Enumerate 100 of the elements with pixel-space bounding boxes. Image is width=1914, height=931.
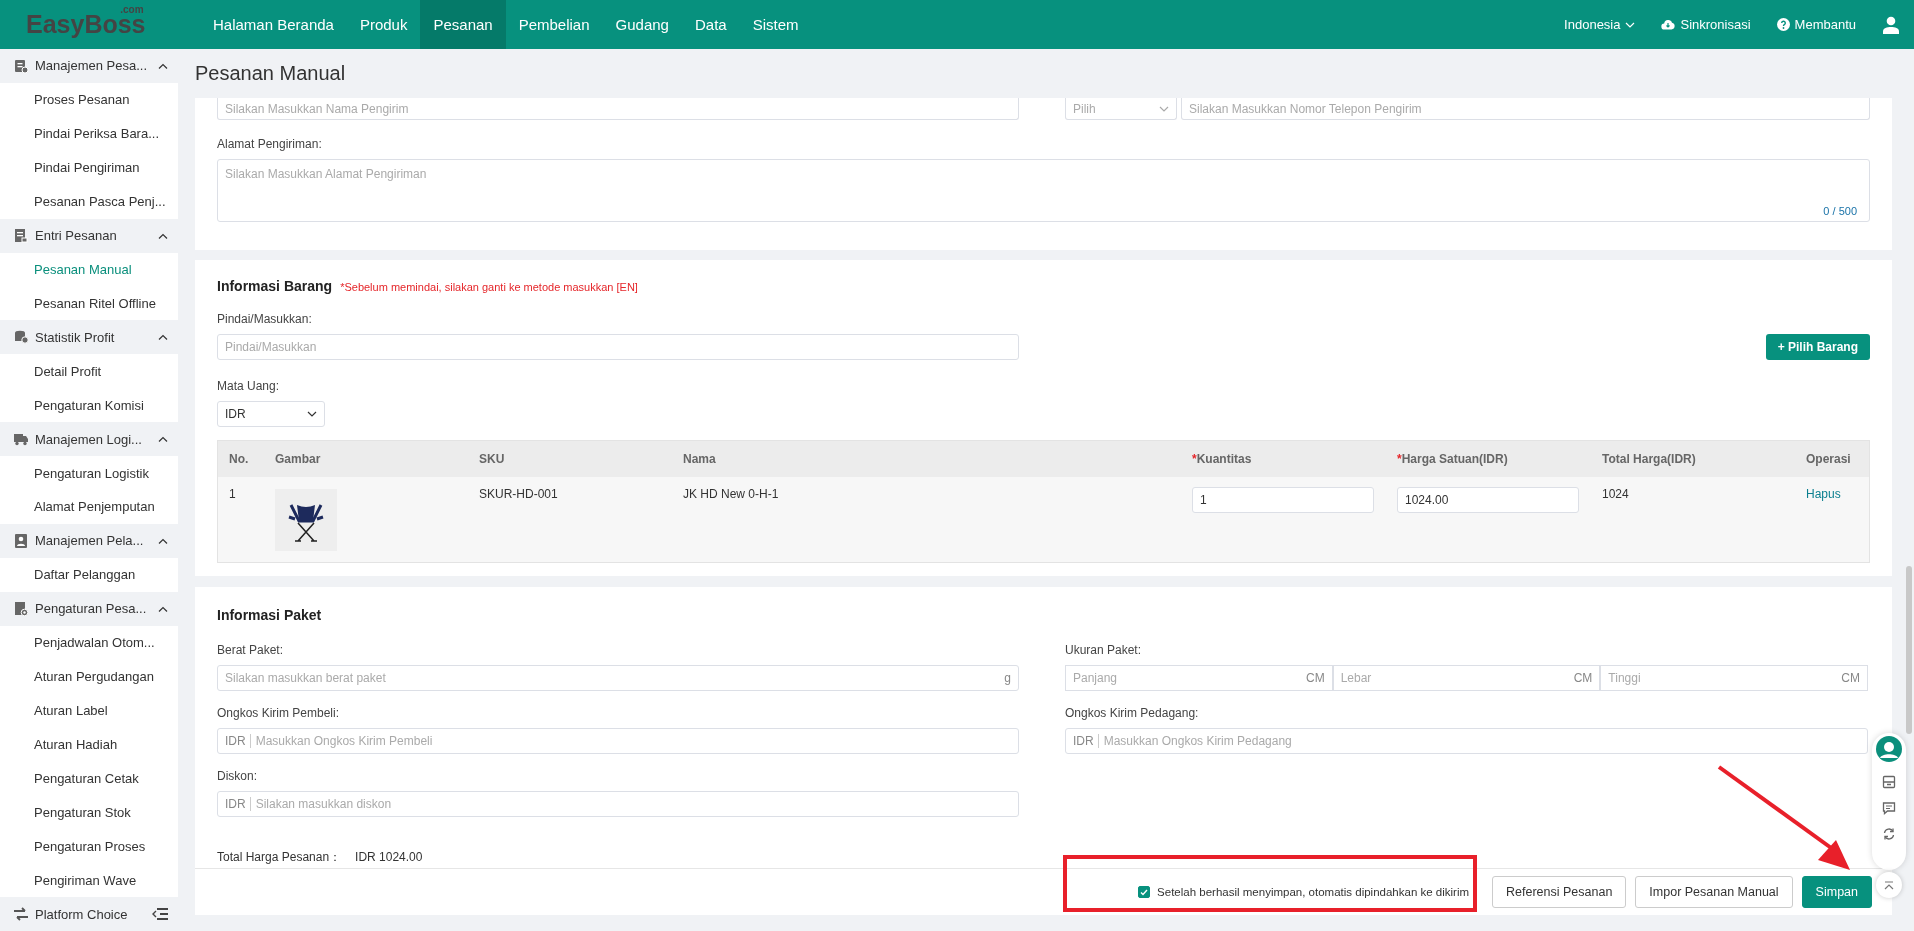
cloud-icon <box>1661 19 1676 30</box>
nav-tab[interactable]: Produk <box>346 0 421 49</box>
action-button[interactable]: Impor Pesanan Manual <box>1635 876 1793 908</box>
amount-field[interactable]: IDR Silakan masukkan diskon <box>217 791 1019 817</box>
nav-tab[interactable]: Halaman Beranda <box>200 0 347 49</box>
sidebar-item[interactable]: Pesanan Manual <box>0 252 178 287</box>
page-title: Pesanan Manual <box>195 61 347 86</box>
amount-field[interactable]: IDR Masukkan Ongkos Kirim Pedagang <box>1065 728 1868 754</box>
field-label: Ukuran Paket: <box>1065 643 1143 657</box>
person-icon <box>13 532 29 549</box>
unit-price-field[interactable]: 1024.00 <box>1397 487 1579 513</box>
save-button[interactable]: Simpan <box>1801 876 1872 908</box>
table-cell-text: 1 <box>229 487 237 503</box>
chat-icon[interactable] <box>1882 801 1896 815</box>
dimension-field[interactable]: Lebar CM <box>1332 665 1601 691</box>
column-header: SKU <box>479 452 506 466</box>
sidebar-item[interactable]: Pengaturan Logistik <box>0 456 178 490</box>
dimension-field[interactable]: Panjang CM <box>1065 665 1333 691</box>
amount-field[interactable]: IDR Masukkan Ongkos Kirim Pembeli <box>217 728 1019 754</box>
sidebar-group-header[interactable]: Manajemen Logi... <box>0 422 178 457</box>
hint-text: *Sebelum memindai, silakan ganti ke metode masukkan [EN] <box>340 281 638 293</box>
help-link[interactable]: Membantu <box>1776 17 1856 32</box>
scrollbar[interactable] <box>1906 566 1912 734</box>
sidebar-group-header[interactable]: Pengaturan Pesa... <box>0 591 178 626</box>
avatar-icon[interactable] <box>1875 735 1903 763</box>
field-label: Pindai/Masukkan: <box>217 312 313 326</box>
chevron-up-icon <box>1884 880 1894 890</box>
field-label: Berat Paket: <box>217 643 285 657</box>
chevron-up-icon <box>158 605 168 612</box>
swap-icon <box>13 907 29 921</box>
sidebar-item[interactable]: Penjadwalan Otom... <box>0 625 178 660</box>
column-header: Total Harga(IDR) <box>1602 452 1697 466</box>
table-cell-text: JK HD New 0-H-1 <box>683 487 780 503</box>
weight-field[interactable]: Silakan masukkan berat paket g <box>217 665 1019 691</box>
sidebar-item[interactable]: Detail Profit <box>0 354 178 389</box>
sync-link[interactable]: Sinkronisasi <box>1661 17 1751 32</box>
platform-choice-item[interactable]: Platform Choice <box>0 897 178 931</box>
chevron-up-icon <box>158 334 168 341</box>
sidebar-item[interactable]: Alamat Penjemputan <box>0 490 178 524</box>
sidebar-item[interactable]: Proses Pesanan <box>0 82 178 117</box>
field-label: Mata Uang: <box>217 379 281 393</box>
action-button[interactable]: Referensi Pesanan <box>1492 876 1627 908</box>
sidebar-item[interactable]: Pindai Periksa Bara... <box>0 116 178 151</box>
sidebar-item[interactable]: Aturan Pergudangan <box>0 659 178 694</box>
sidebar-item[interactable]: Aturan Label <box>0 693 178 728</box>
sidebar-group-header[interactable]: Statistik Profit <box>0 320 178 355</box>
field-label: Ongkos Kirim Pedagang: <box>1065 706 1200 720</box>
nav-tab[interactable]: Pembelian <box>505 0 603 49</box>
auto-move-checkbox[interactable]: Setelah berhasil menyimpan, otomatis dipindahkan ke dikirim <box>1138 886 1470 898</box>
sidebar-group-header[interactable]: Manajemen Pesa... <box>0 49 178 83</box>
table-cell-text: 1024 <box>1602 487 1630 503</box>
user-icon[interactable] <box>1882 15 1900 34</box>
truck-icon <box>13 431 29 448</box>
sidebar-item[interactable]: Pengaturan Komisi <box>0 388 178 423</box>
nav-tab[interactable]: Gudang <box>602 0 682 49</box>
sidebar-item[interactable]: Pesanan Ritel Offline <box>0 286 178 321</box>
chevron-icon <box>1159 105 1169 112</box>
chevron-up-icon <box>158 62 168 69</box>
refresh-icon[interactable] <box>1882 827 1896 841</box>
sidebar-item[interactable]: Daftar Pelanggan <box>0 557 178 592</box>
sidebar-group-header[interactable]: Manajemen Pela... <box>0 523 178 558</box>
sidebar-item[interactable]: Aturan Hadiah <box>0 727 178 762</box>
field-label: Alamat Pengiriman: <box>217 137 323 151</box>
sidebar-item[interactable]: Pesanan Pasca Penj... <box>0 184 178 219</box>
gear-icon <box>13 600 29 617</box>
dimension-field[interactable]: Tinggi CM <box>1600 665 1868 691</box>
total-label: Total Harga Pesanan： <box>217 848 342 866</box>
sidebar-item[interactable]: Pengiriman Wave <box>0 863 178 898</box>
archive-icon[interactable] <box>1882 775 1896 789</box>
help-icon <box>1776 18 1790 31</box>
collapse-menu-icon[interactable] <box>152 908 168 920</box>
sidebar-item[interactable]: Pindai Pengiriman <box>0 150 178 185</box>
address-field[interactable]: Silakan Masukkan Alamat Pengiriman 0 / 500 <box>217 159 1870 222</box>
column-header: No. <box>229 452 250 466</box>
sidebar-item[interactable]: Pengaturan Proses <box>0 829 178 864</box>
sidebar-group-header[interactable]: Entri Pesanan <box>0 218 178 253</box>
column-header: *Harga Satuan(IDR) <box>1397 452 1509 466</box>
currency-dropdown[interactable]: IDR <box>217 401 325 427</box>
select-item-button[interactable]: + Pilih Barang <box>1765 334 1870 360</box>
delete-link[interactable]: Hapus <box>1806 487 1841 501</box>
nav-tab[interactable]: Sistem <box>739 0 812 49</box>
chevron-icon <box>307 411 317 417</box>
section-title: Informasi Paket <box>216 607 323 623</box>
field-label: Diskon: <box>217 769 258 783</box>
sidebar-item[interactable]: Pengaturan Stok <box>0 795 178 830</box>
nav-tab[interactable]: Pesanan <box>420 0 506 49</box>
column-header: *Kuantitas <box>1192 452 1253 466</box>
column-header: Operasi <box>1806 452 1852 466</box>
quantity-field[interactable]: 1 <box>1192 487 1374 513</box>
checkbox[interactable] <box>1138 886 1151 898</box>
column-header: Gambar <box>275 452 322 466</box>
chevron-up-icon <box>158 232 168 239</box>
chevron-up-icon <box>158 537 168 544</box>
nav-tab[interactable]: Data <box>681 0 740 49</box>
language-dropdown[interactable]: Indonesia <box>1564 17 1636 32</box>
field-label: Ongkos Kirim Pembeli: <box>217 706 341 720</box>
clipboard-icon <box>13 57 29 74</box>
sidebar-item[interactable]: Pengaturan Cetak <box>0 761 178 796</box>
chevron-icon <box>1625 21 1636 28</box>
column-header: Nama <box>683 452 717 466</box>
